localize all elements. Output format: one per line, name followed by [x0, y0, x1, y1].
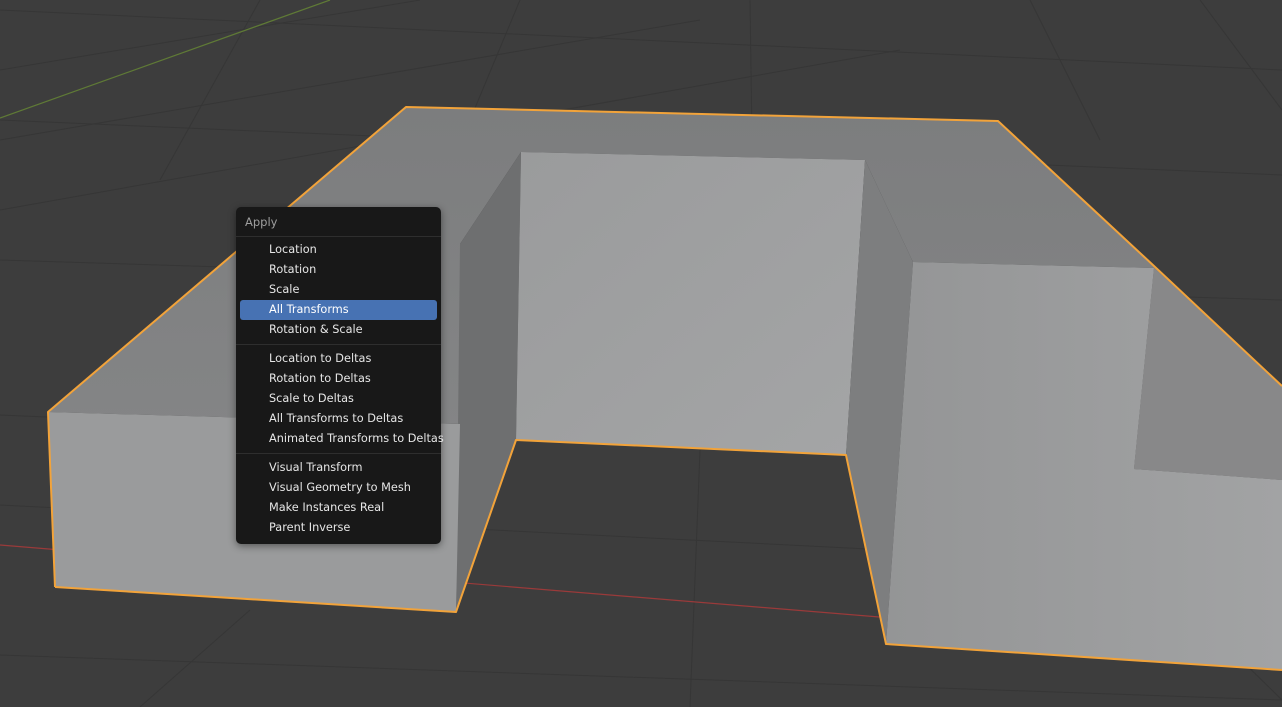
menu-item-visual-transform[interactable]: Visual Transform	[240, 458, 437, 478]
menu-item-rotation-to-deltas[interactable]: Rotation to Deltas	[240, 369, 437, 389]
viewport-scene	[0, 0, 1282, 707]
3d-viewport[interactable]: Apply Location Rotation Scale All Transf…	[0, 0, 1282, 707]
menu-item-location-to-deltas[interactable]: Location to Deltas	[240, 349, 437, 369]
menu-item-parent-inverse[interactable]: Parent Inverse	[240, 518, 437, 538]
menu-item-scale[interactable]: Scale	[240, 280, 437, 300]
selected-mesh-object	[47, 106, 1282, 671]
menu-item-all-transforms[interactable]: All Transforms	[240, 300, 437, 320]
menu-separator	[236, 453, 441, 454]
menu-item-make-instances-real[interactable]: Make Instances Real	[240, 498, 437, 518]
menu-item-visual-geometry-to-mesh[interactable]: Visual Geometry to Mesh	[240, 478, 437, 498]
menu-separator	[236, 236, 441, 237]
menu-item-all-transforms-to-deltas[interactable]: All Transforms to Deltas	[240, 409, 437, 429]
menu-item-location[interactable]: Location	[240, 240, 437, 260]
menu-title: Apply	[245, 215, 278, 229]
menu-separator	[236, 344, 441, 345]
menu-item-animated-transforms-to-deltas[interactable]: Animated Transforms to Deltas	[240, 429, 444, 449]
menu-item-rotation-and-scale[interactable]: Rotation & Scale	[240, 320, 437, 340]
apply-menu: Apply Location Rotation Scale All Transf…	[236, 207, 444, 544]
menu-item-scale-to-deltas[interactable]: Scale to Deltas	[240, 389, 437, 409]
menu-item-rotation[interactable]: Rotation	[240, 260, 437, 280]
